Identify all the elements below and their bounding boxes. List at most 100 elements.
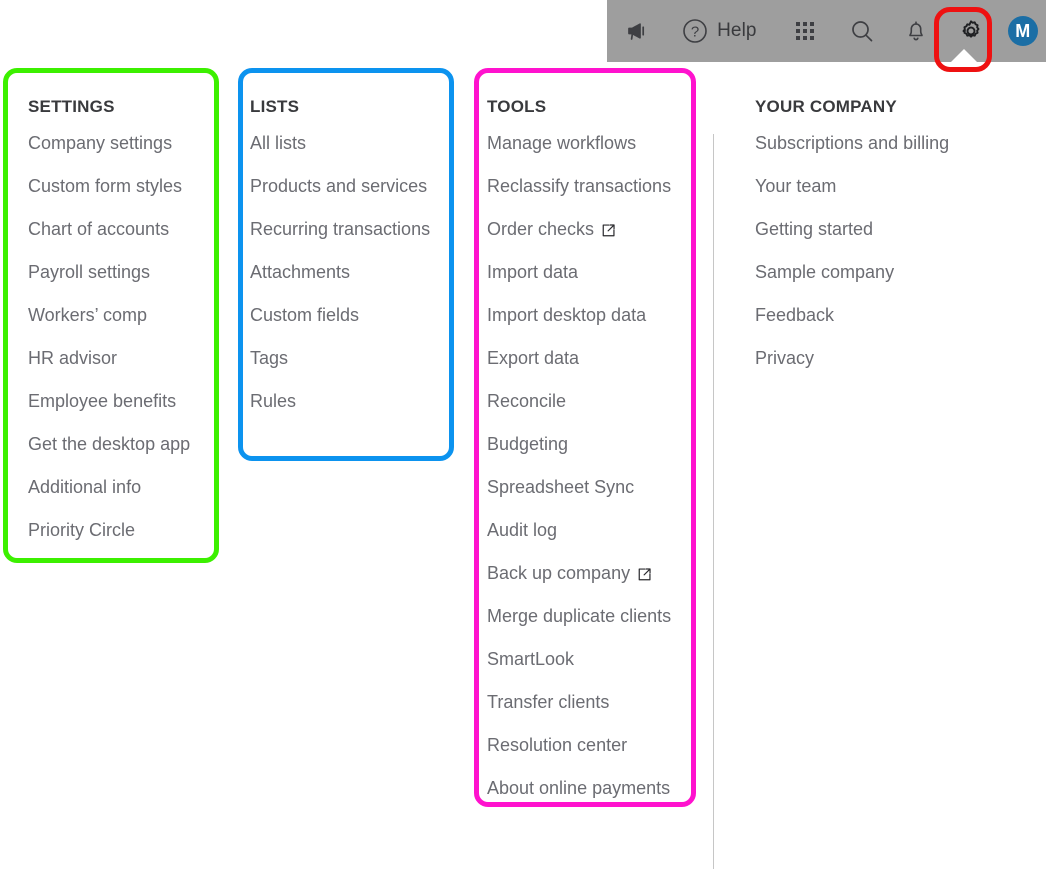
menu-item-label: Import data: [487, 262, 579, 282]
menu-item-settings-6[interactable]: Employee benefits: [28, 380, 190, 423]
menu-item-settings-4[interactable]: Workers’ comp: [28, 294, 190, 337]
menu-item-label: Recurring transactions: [250, 219, 431, 239]
menu-item-lists-0[interactable]: All lists: [250, 122, 430, 165]
help-label: Help: [717, 20, 757, 41]
menu-item-tools-8[interactable]: Spreadsheet Sync: [487, 466, 671, 509]
menu-item-label: Resolution center: [487, 735, 628, 755]
menu-item-company-4[interactable]: Feedback: [755, 294, 949, 337]
menu-item-tools-9[interactable]: Audit log: [487, 509, 671, 552]
menu-item-label: Tags: [250, 348, 289, 368]
menu-column-settings: SETTINGS Company settings Custom form sty…: [28, 92, 190, 552]
menu-item-label: Getting started: [755, 219, 874, 239]
menu-item-label: Audit log: [487, 520, 558, 540]
menu-caret-indicator: [951, 49, 977, 62]
svg-text:?: ?: [691, 24, 699, 41]
search-icon[interactable]: [834, 0, 888, 62]
menu-item-lists-3[interactable]: Attachments: [250, 251, 430, 294]
menu-item-settings-2[interactable]: Chart of accounts: [28, 208, 190, 251]
menu-item-settings-5[interactable]: HR advisor: [28, 337, 190, 380]
column-title-lists: LISTS: [250, 97, 300, 116]
column-title-settings: SETTINGS: [28, 97, 115, 116]
menu-item-company-2[interactable]: Getting started: [755, 208, 949, 251]
column-divider: [713, 134, 714, 869]
menu-item-label: Budgeting: [487, 434, 569, 454]
menu-item-settings-3[interactable]: Payroll settings: [28, 251, 190, 294]
menu-column-lists: LISTS All lists Products and services Recu…: [250, 92, 430, 423]
menu-item-label: Custom form styles: [28, 176, 183, 196]
menu-item-label: About online payments: [487, 778, 671, 798]
settings-menu-panel: SETTINGS Company settings Custom form sty…: [0, 62, 1046, 869]
menu-item-tools-5[interactable]: Export data: [487, 337, 671, 380]
question-circle-icon: ?: [681, 17, 709, 45]
menu-column-tools: TOOLS Manage workflows Reclassify transac…: [487, 92, 671, 810]
menu-item-label: Import desktop data: [487, 305, 647, 325]
menu-item-tools-15[interactable]: About online payments: [487, 767, 671, 810]
column-items-settings: Company settings Custom form styles Chart …: [28, 122, 190, 552]
menu-item-settings-9[interactable]: Priority Circle: [28, 509, 190, 552]
menu-item-company-3[interactable]: Sample company: [755, 251, 949, 294]
menu-item-lists-1[interactable]: Products and services: [250, 165, 430, 208]
menu-item-label: Additional info: [28, 477, 142, 497]
menu-item-label: Order checks: [487, 219, 595, 239]
menu-item-label: Get the desktop app: [28, 434, 191, 454]
menu-item-tools-14[interactable]: Resolution center: [487, 724, 671, 767]
menu-item-tools-10[interactable]: Back up company: [487, 552, 671, 595]
menu-item-label: Manage workflows: [487, 133, 637, 153]
column-title-your-company: YOUR COMPANY: [755, 97, 897, 116]
menu-item-label: SmartLook: [487, 649, 575, 669]
menu-item-lists-5[interactable]: Tags: [250, 337, 430, 380]
help-button[interactable]: ? Help: [660, 0, 778, 62]
external-link-icon: [637, 567, 652, 582]
menu-item-company-0[interactable]: Subscriptions and billing: [755, 122, 949, 165]
menu-item-tools-2[interactable]: Order checks: [487, 208, 671, 251]
menu-item-label: Your team: [755, 176, 837, 196]
menu-item-tools-1[interactable]: Reclassify transactions: [487, 165, 671, 208]
menu-item-settings-1[interactable]: Custom form styles: [28, 165, 190, 208]
menu-item-company-1[interactable]: Your team: [755, 165, 949, 208]
user-avatar[interactable]: M: [999, 0, 1046, 62]
global-top-bar: ? Help M: [607, 0, 1046, 62]
menu-item-label: Reclassify transactions: [487, 176, 672, 196]
column-items-your-company: Subscriptions and billing Your team Gettin…: [755, 122, 949, 380]
avatar-initial: M: [1007, 16, 1038, 46]
menu-item-label: Payroll settings: [28, 262, 151, 282]
apps-grid-icon[interactable]: [778, 0, 832, 62]
external-link-icon: [601, 223, 616, 238]
menu-item-tools-12[interactable]: SmartLook: [487, 638, 671, 681]
menu-item-label: Products and services: [250, 176, 428, 196]
menu-column-your-company: YOUR COMPANY Subscriptions and billing Yo…: [755, 92, 949, 380]
menu-item-label: Merge duplicate clients: [487, 606, 672, 626]
menu-item-tools-6[interactable]: Reconcile: [487, 380, 671, 423]
menu-item-label: Custom fields: [250, 305, 360, 325]
column-items-lists: All lists Products and services Recurring …: [250, 122, 430, 423]
menu-item-tools-3[interactable]: Import data: [487, 251, 671, 294]
menu-item-settings-7[interactable]: Get the desktop app: [28, 423, 190, 466]
menu-item-lists-4[interactable]: Custom fields: [250, 294, 430, 337]
menu-item-settings-0[interactable]: Company settings: [28, 122, 190, 165]
menu-item-tools-13[interactable]: Transfer clients: [487, 681, 671, 724]
menu-item-tools-4[interactable]: Import desktop data: [487, 294, 671, 337]
menu-item-company-5[interactable]: Privacy: [755, 337, 949, 380]
notifications-bell-icon[interactable]: [889, 0, 943, 62]
menu-item-label: Rules: [250, 391, 297, 411]
menu-item-tools-7[interactable]: Budgeting: [487, 423, 671, 466]
menu-item-tools-11[interactable]: Merge duplicate clients: [487, 595, 671, 638]
apps-grid-dots: [796, 22, 815, 40]
menu-item-settings-8[interactable]: Additional info: [28, 466, 190, 509]
menu-item-label: Employee benefits: [28, 391, 177, 411]
menu-item-lists-2[interactable]: Recurring transactions: [250, 208, 430, 251]
menu-item-tools-0[interactable]: Manage workflows: [487, 122, 671, 165]
column-items-tools: Manage workflows Reclassify transactions O…: [487, 122, 671, 810]
menu-item-lists-6[interactable]: Rules: [250, 380, 430, 423]
menu-item-label: HR advisor: [28, 348, 118, 368]
menu-item-label: All lists: [250, 133, 307, 153]
menu-item-label: Spreadsheet Sync: [487, 477, 635, 497]
menu-item-label: Privacy: [755, 348, 815, 368]
menu-item-label: Export data: [487, 348, 580, 368]
menu-item-label: Workers’ comp: [28, 305, 148, 325]
menu-item-label: Reconcile: [487, 391, 567, 411]
megaphone-icon[interactable]: [615, 0, 660, 62]
menu-item-label: Chart of accounts: [28, 219, 170, 239]
menu-item-label: Subscriptions and billing: [755, 133, 950, 153]
column-title-tools: TOOLS: [487, 97, 547, 116]
